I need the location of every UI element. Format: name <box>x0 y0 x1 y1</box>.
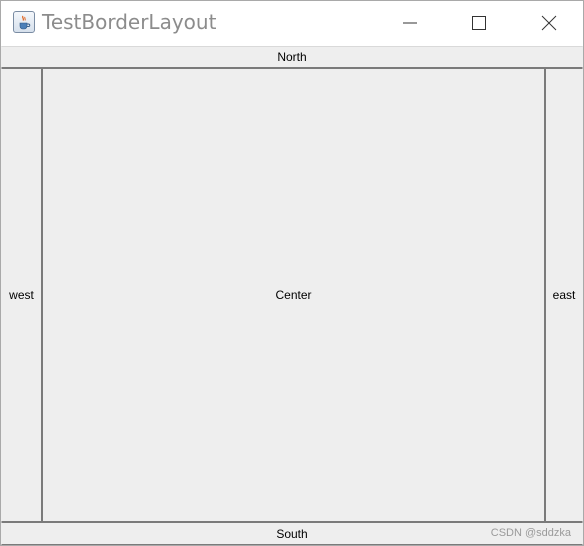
minimize-button[interactable] <box>387 1 433 45</box>
window-title: TestBorderLayout <box>42 10 217 34</box>
close-icon <box>541 15 557 31</box>
maximize-button[interactable] <box>456 1 502 45</box>
east-button[interactable]: east <box>545 68 583 522</box>
minimize-icon <box>403 22 417 24</box>
watermark: CSDN @sddzka <box>490 527 571 539</box>
app-window: TestBorderLayout North west Center east … <box>0 0 584 546</box>
close-button[interactable] <box>526 1 572 45</box>
north-button[interactable]: North <box>1 46 583 68</box>
java-cup-icon <box>13 11 35 33</box>
west-button[interactable]: west <box>1 68 42 522</box>
title-bar[interactable]: TestBorderLayout <box>1 1 583 45</box>
maximize-icon <box>472 16 486 30</box>
center-button[interactable]: Center <box>42 68 545 522</box>
border-layout-content: North west Center east South <box>1 46 583 545</box>
